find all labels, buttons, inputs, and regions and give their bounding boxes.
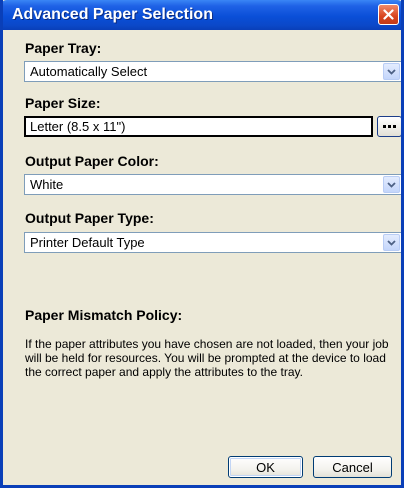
paper-tray-select[interactable]: Automatically Select bbox=[24, 61, 401, 82]
advanced-paper-selection-dialog: Advanced Paper Selection Paper Tray: Aut… bbox=[0, 0, 404, 488]
title-bar[interactable]: Advanced Paper Selection bbox=[3, 0, 401, 30]
close-icon bbox=[383, 9, 394, 20]
mismatch-policy-label: Paper Mismatch Policy: bbox=[25, 307, 183, 323]
paper-tray-label: Paper Tray: bbox=[25, 40, 102, 56]
paper-size-label: Paper Size: bbox=[25, 95, 101, 111]
window-title: Advanced Paper Selection bbox=[12, 6, 213, 23]
chevron-down-icon bbox=[387, 181, 396, 188]
output-type-dropdown-button[interactable] bbox=[383, 234, 400, 251]
ellipsis-icon bbox=[383, 125, 396, 128]
output-type-select[interactable]: Printer Default Type bbox=[24, 232, 401, 253]
chevron-down-icon bbox=[387, 68, 396, 75]
paper-tray-dropdown-button[interactable] bbox=[383, 63, 400, 80]
close-button[interactable] bbox=[378, 4, 399, 25]
cancel-button-label: Cancel bbox=[332, 459, 373, 475]
mismatch-policy-text: If the paper attributes you have chosen … bbox=[25, 337, 389, 379]
output-type-value: Printer Default Type bbox=[30, 235, 145, 250]
paper-tray-value: Automatically Select bbox=[30, 64, 148, 79]
cancel-button[interactable]: Cancel bbox=[313, 456, 392, 478]
paper-size-field[interactable]: Letter (8.5 x 11") bbox=[24, 116, 373, 137]
output-color-select[interactable]: White bbox=[24, 174, 401, 195]
output-color-dropdown-button[interactable] bbox=[383, 176, 400, 193]
ok-button-label: OK bbox=[256, 459, 275, 475]
paper-size-value: Letter (8.5 x 11") bbox=[30, 119, 126, 134]
output-color-label: Output Paper Color: bbox=[25, 153, 159, 169]
output-color-value: White bbox=[30, 177, 64, 192]
output-type-label: Output Paper Type: bbox=[25, 210, 154, 226]
paper-size-browse-button[interactable] bbox=[377, 116, 401, 137]
chevron-down-icon bbox=[387, 239, 396, 246]
ok-button[interactable]: OK bbox=[228, 456, 303, 478]
